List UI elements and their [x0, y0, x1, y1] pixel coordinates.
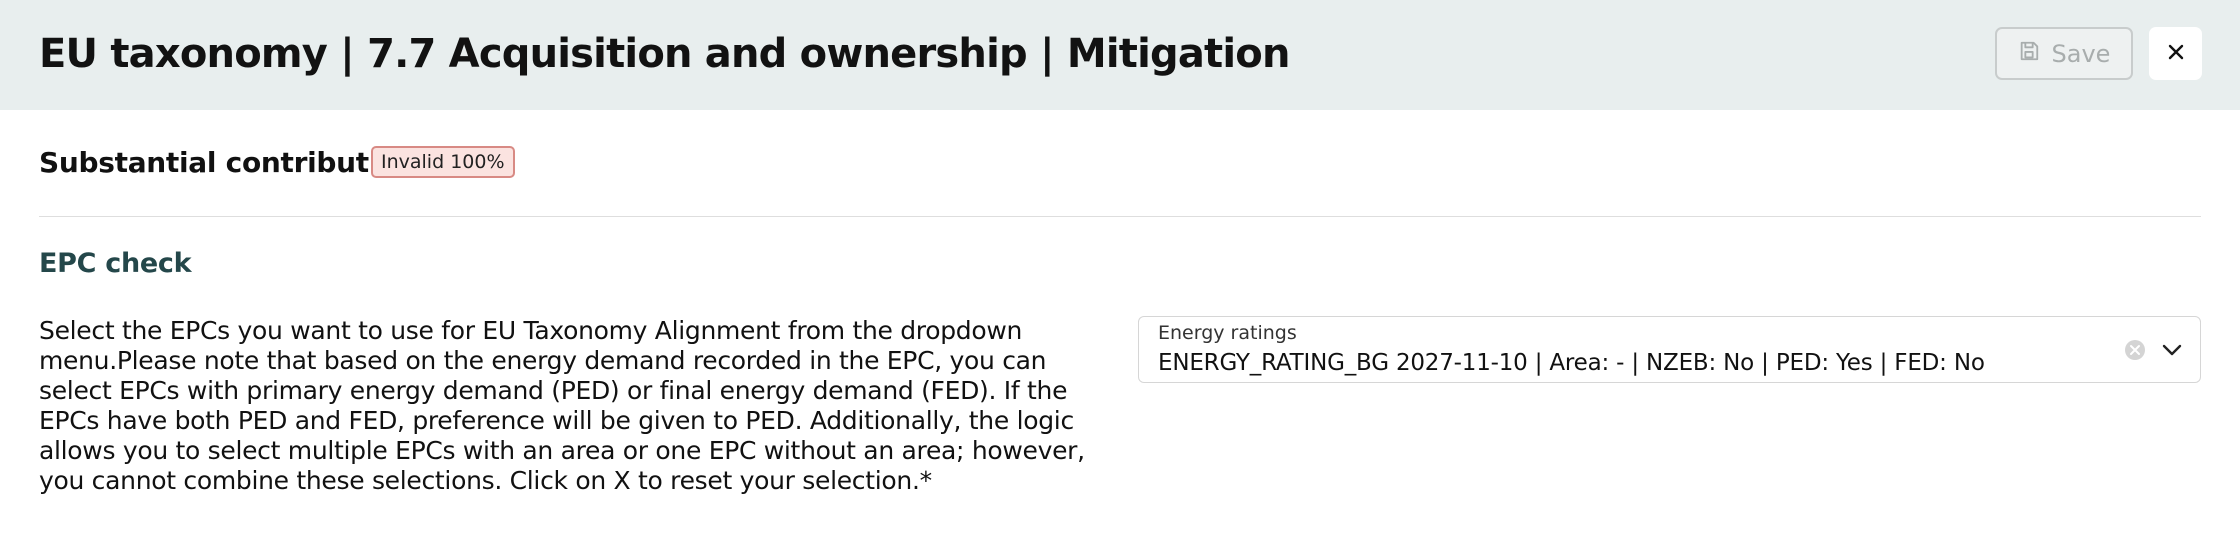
- select-label: Energy ratings: [1158, 322, 1297, 344]
- status-badge: Invalid 100%: [371, 146, 515, 178]
- modal-header: EU taxonomy | 7.7 Acquisition and owners…: [0, 0, 2240, 110]
- floppy-disk-icon: [2018, 40, 2040, 68]
- divider: [39, 216, 2201, 217]
- energy-ratings-select[interactable]: Energy ratings ENERGY_RATING_BG 2027-11-…: [1138, 316, 2201, 383]
- select-value: ENERGY_RATING_BG 2027-11-10 | Area: - | …: [1158, 350, 1985, 376]
- save-button-label: Save: [2051, 39, 2111, 68]
- close-icon: [2166, 42, 2186, 66]
- close-button[interactable]: [2149, 27, 2202, 80]
- section-title: Substantial contribution: [39, 146, 417, 179]
- epc-description: Select the EPCs you want to use for EU T…: [39, 316, 1085, 495]
- chevron-down-icon[interactable]: [2161, 341, 2183, 359]
- clear-circle-icon[interactable]: [2124, 339, 2146, 361]
- page-title: EU taxonomy | 7.7 Acquisition and owners…: [39, 31, 1290, 77]
- epc-check-title: EPC check: [39, 248, 192, 279]
- save-button[interactable]: Save: [1995, 27, 2133, 80]
